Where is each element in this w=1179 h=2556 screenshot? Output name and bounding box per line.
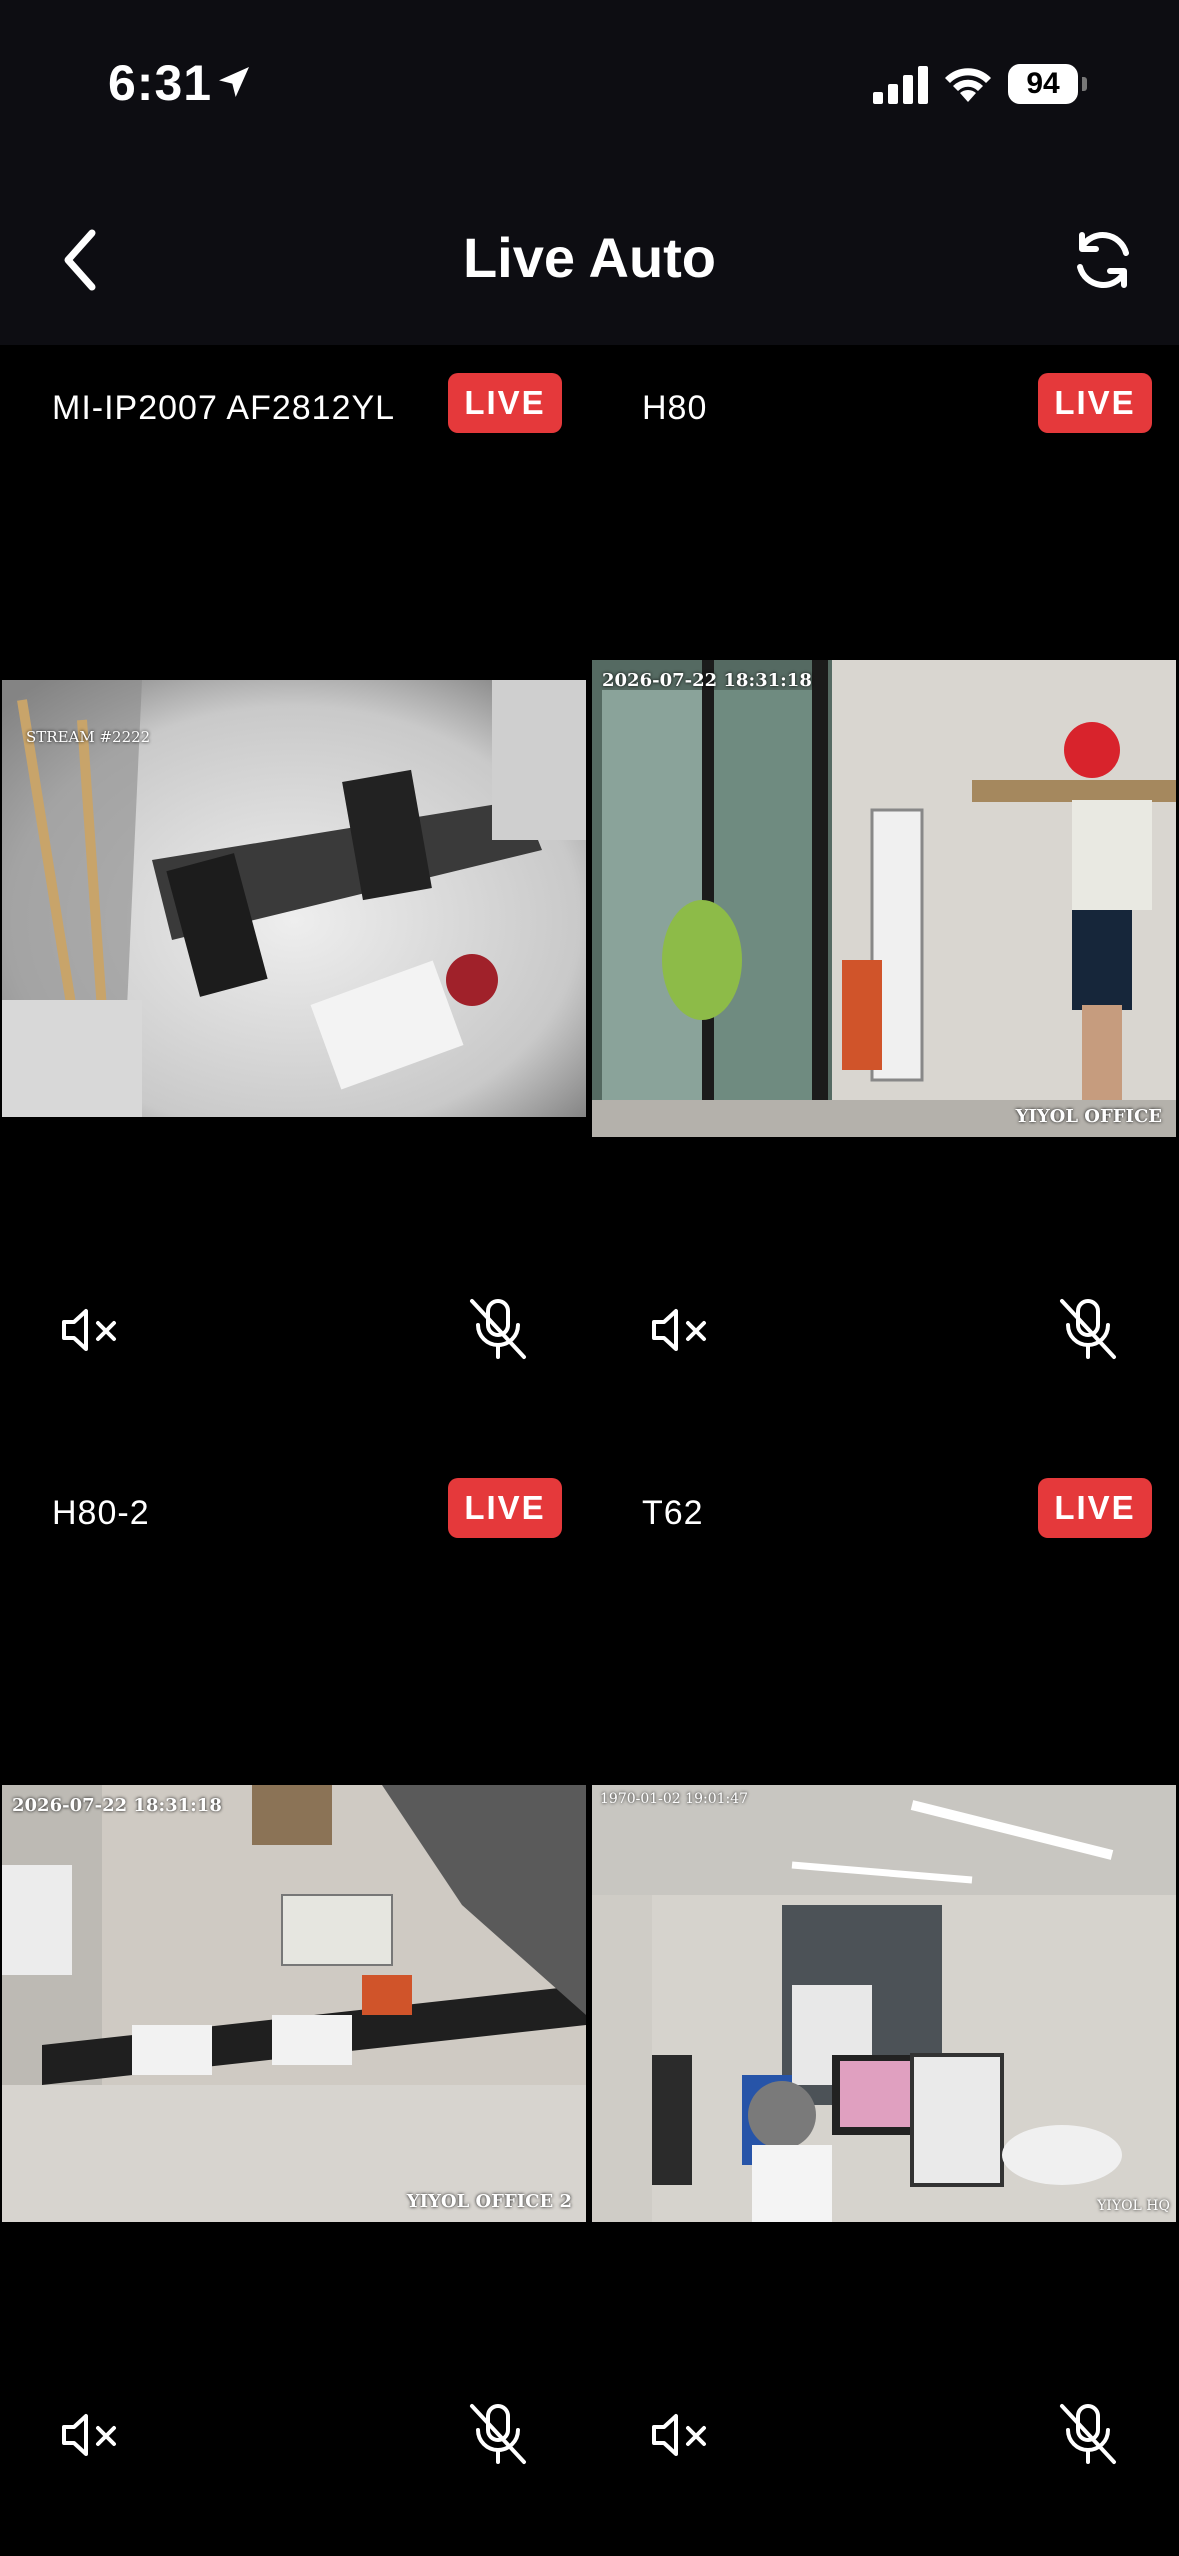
microphone-muted-icon[interactable] (1056, 1295, 1120, 1363)
camera-video-feed[interactable]: 1970-01-02 19:01:47 YIYOL HQ (592, 1785, 1176, 2222)
nav-bar: Live Auto (0, 175, 1179, 345)
live-badge: LIVE (448, 1478, 562, 1538)
camera-video-feed[interactable]: 2026-07-22 18:31:18 YIYOL OFFICE (592, 660, 1176, 1137)
camera-name: H80-2 (52, 1494, 150, 1532)
cellular-signal-icon (873, 66, 928, 104)
location-arrow-icon (219, 67, 249, 97)
battery-icon: 94 (1008, 64, 1087, 104)
video-osd-label: STREAM #2222 (26, 728, 151, 746)
live-badge: LIVE (1038, 373, 1152, 433)
camera-tile[interactable]: T62 LIVE 1970-01-02 19:01:47 YIYOL HQ (590, 1450, 1176, 2555)
video-timestamp: 1970-01-02 19:01:47 (600, 1791, 749, 1807)
camera-tile[interactable]: H80-2 LIVE 2026-07-22 18:31:18 YIYOL OFF… (0, 1450, 586, 2555)
live-badge: LIVE (448, 373, 562, 433)
status-bar: 6:31 94 (0, 0, 1179, 175)
page-title: Live Auto (462, 226, 717, 289)
speaker-muted-icon[interactable] (60, 1305, 124, 1355)
camera-name: T62 (642, 1494, 704, 1532)
camera-tile[interactable]: MI-IP2007 AF2812YL LIVE STREAM #2222 (0, 345, 586, 1450)
wifi-icon (945, 68, 991, 102)
status-time: 6:31 (108, 55, 213, 111)
microphone-muted-icon[interactable] (1056, 2400, 1120, 2468)
live-badge: LIVE (1038, 1478, 1152, 1538)
camera-name: H80 (642, 389, 708, 427)
battery-level: 94 (1008, 64, 1078, 104)
camera-video-feed[interactable]: 2026-07-22 18:31:18 YIYOL OFFICE 2 (2, 1785, 586, 2222)
microphone-muted-icon[interactable] (466, 1295, 530, 1363)
video-camera-label: YIYOL HQ (1097, 2198, 1170, 2214)
camera-video-feed[interactable]: STREAM #2222 (2, 680, 586, 1117)
speaker-muted-icon[interactable] (650, 2410, 714, 2460)
speaker-muted-icon[interactable] (60, 2410, 124, 2460)
camera-name: MI-IP2007 AF2812YL (52, 389, 396, 427)
camera-tile[interactable]: H80 LIVE 2026-07-22 18:31:18 YIYOL OFFIC… (590, 345, 1176, 1450)
video-camera-label: YIYOL OFFICE 2 (406, 2191, 572, 2212)
microphone-muted-icon[interactable] (466, 2400, 530, 2468)
speaker-muted-icon[interactable] (650, 1305, 714, 1355)
refresh-icon[interactable] (1068, 225, 1138, 295)
video-timestamp: 2026-07-22 18:31:18 (602, 670, 812, 691)
video-timestamp: 2026-07-22 18:31:18 (12, 1795, 222, 1816)
video-camera-label: YIYOL OFFICE (1015, 1106, 1162, 1127)
